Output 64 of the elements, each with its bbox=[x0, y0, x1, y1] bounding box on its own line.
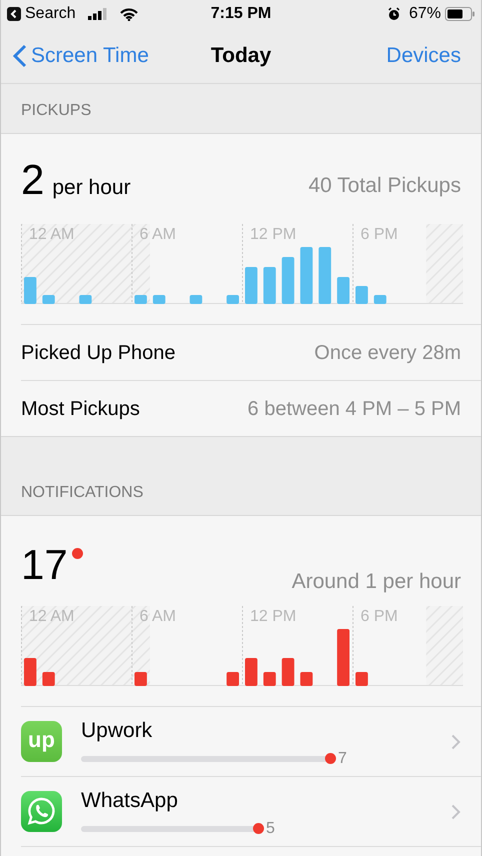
alarm-icon bbox=[386, 7, 401, 21]
chart-bar bbox=[300, 672, 313, 686]
notifications-count: 17 bbox=[21, 544, 68, 586]
chart-bar bbox=[245, 658, 258, 686]
stat-value: Once every 28m bbox=[314, 340, 461, 366]
chart-bar bbox=[42, 672, 55, 686]
page-title: Today bbox=[210, 42, 272, 69]
chart-bar bbox=[245, 267, 258, 304]
chart-bar bbox=[226, 672, 239, 686]
chart-bar bbox=[337, 629, 350, 686]
chevron-right-icon bbox=[451, 734, 461, 750]
stat-label: Picked Up Phone bbox=[21, 340, 176, 366]
pickups-rate-value: 2 bbox=[21, 158, 44, 201]
chart-bar bbox=[282, 257, 294, 304]
app-name: Upwork bbox=[81, 718, 154, 744]
back-app-label[interactable]: Search bbox=[25, 2, 76, 26]
time-label: 6 PM bbox=[360, 225, 398, 245]
total-pickups: 40 Total Pickups bbox=[308, 173, 461, 199]
chart-bar bbox=[356, 672, 368, 686]
notification-count: 5 bbox=[266, 820, 275, 836]
stat-value: 6 between 4 PM – 5 PM bbox=[248, 396, 461, 422]
chevron-right-icon bbox=[451, 804, 461, 820]
chart-bar bbox=[300, 247, 313, 304]
chart-bar bbox=[356, 286, 368, 304]
time-label: 12 AM bbox=[29, 225, 74, 245]
wifi-icon bbox=[120, 8, 138, 20]
chart-bar bbox=[263, 267, 276, 304]
battery-percentage: 67% bbox=[408, 4, 441, 24]
clock-time: 7:15 PM bbox=[210, 4, 272, 24]
chart-bar bbox=[263, 672, 276, 686]
time-label: 12 PM bbox=[250, 607, 296, 627]
section-header: NOTIFICATIONS bbox=[21, 483, 144, 503]
app-name: WhatsApp bbox=[81, 788, 179, 814]
back-app-icon[interactable] bbox=[7, 7, 21, 21]
signal-icon bbox=[88, 8, 108, 20]
chart-bar bbox=[79, 295, 92, 304]
chart-bar bbox=[226, 295, 239, 304]
chart-bar bbox=[152, 295, 166, 304]
chart-bar bbox=[24, 658, 36, 686]
chart-bar bbox=[134, 672, 147, 686]
stat-label: Most Pickups bbox=[21, 396, 140, 422]
chart-bar bbox=[318, 247, 332, 304]
chart-bar bbox=[24, 277, 36, 304]
chat-bubble-phone-icon bbox=[21, 791, 62, 832]
time-label: 6 AM bbox=[140, 607, 176, 627]
chart-bar bbox=[134, 295, 147, 304]
notification-count: 7 bbox=[338, 750, 347, 766]
chart-bar bbox=[42, 295, 55, 304]
time-label: 6 AM bbox=[140, 225, 176, 245]
chart-bar bbox=[282, 658, 294, 686]
chart-bar bbox=[337, 277, 350, 304]
battery-icon bbox=[445, 7, 475, 21]
app-row[interactable]: WhatsApp 5 bbox=[21, 776, 481, 846]
pickups-rate-unit: per hour bbox=[52, 174, 131, 201]
chart-bar bbox=[190, 295, 202, 304]
app-row[interactable]: up Upwork 7 bbox=[21, 706, 481, 776]
time-label: 6 PM bbox=[360, 607, 398, 627]
chart-bar bbox=[374, 295, 386, 304]
time-label: 12 PM bbox=[250, 225, 296, 245]
section-header: PICKUPS bbox=[21, 101, 92, 121]
chevron-left-icon bbox=[13, 44, 27, 68]
time-label: 12 AM bbox=[29, 607, 74, 627]
notifications-rate: Around 1 per hour bbox=[292, 569, 461, 595]
app-logo: up bbox=[21, 721, 62, 762]
